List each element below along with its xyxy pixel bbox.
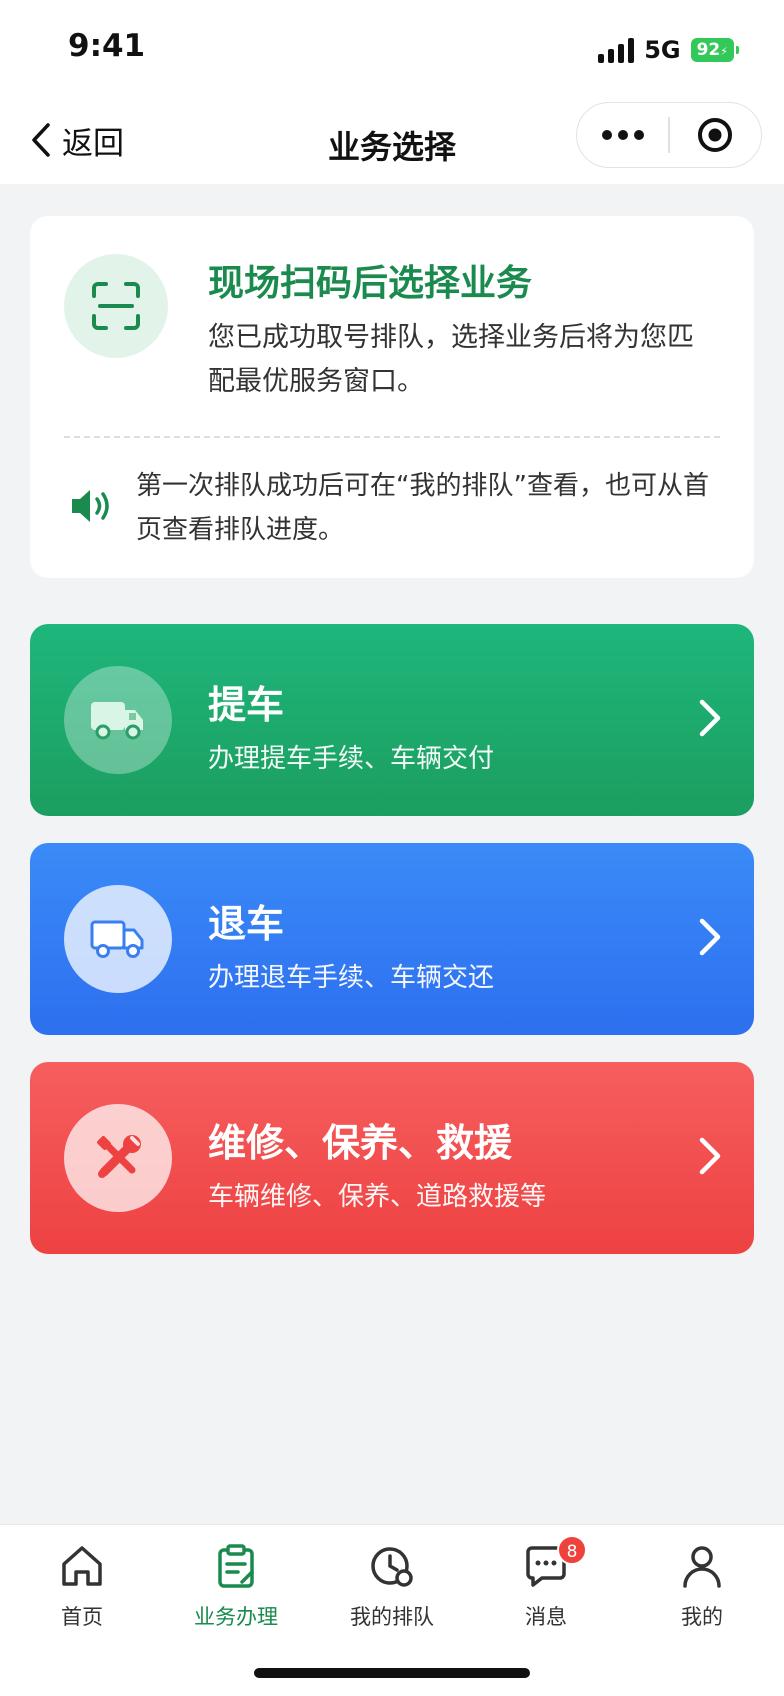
status-time: 9:41 [68,28,146,64]
status-bar: 9:41 5G 92⚡ [0,0,784,96]
service-subtitle: 办理提车手续、车辆交付 [208,744,495,774]
more-dots-icon [601,130,644,140]
user-icon [683,1546,721,1588]
tab-me[interactable]: 我的 [624,1541,780,1637]
tab-messages[interactable]: 8 消息 [468,1535,624,1637]
icon-circle [64,1104,172,1212]
clipboard-icon [218,1544,254,1588]
truck-icon [91,702,143,740]
home-indicator [254,1668,530,1678]
service-title: 退车 [208,902,285,946]
service-title: 维修、保养、救援 [208,1121,513,1165]
service-subtitle: 办理退车手续、车辆交还 [208,963,495,993]
service-card-pickup[interactable]: 提车 办理提车手续、车辆交付 [30,624,754,816]
scan-icon [92,282,140,330]
info-description: 您已成功取号排队，选择业务后将为您匹配最优服务窗口。 [208,322,694,397]
service-card-repair[interactable]: 维修、保养、救援 车辆维修、保养、道路救援等 [30,1062,754,1254]
battery-icon: 92⚡ [690,38,740,62]
divider [64,436,720,438]
miniprogram-capsule [576,102,762,168]
more-button[interactable] [577,103,668,167]
chevron-right-icon [699,918,721,956]
status-indicators: 5G 92⚡ [598,36,740,64]
tab-business[interactable]: 业务办理 [158,1541,314,1637]
tab-label: 首页 [61,1605,103,1629]
scan-icon-circle [64,254,168,358]
info-card: 现场扫码后选择业务 您已成功取号排队，选择业务后将为您匹配最优服务窗口。 第一次… [30,216,754,578]
tab-label: 消息 [525,1605,567,1629]
truck-icon [90,920,144,958]
nav-bar: 返回 业务选择 [0,96,784,184]
speaker-icon [72,490,109,522]
service-card-return[interactable]: 退车 办理退车手续、车辆交还 [30,843,754,1035]
network-type: 5G [644,36,681,64]
target-icon [698,118,733,152]
service-title: 提车 [208,683,285,727]
close-miniprogram-button[interactable] [670,103,761,167]
tab-my-queue[interactable]: 我的排队 [314,1541,470,1637]
chevron-right-icon [699,699,721,737]
clock-icon [371,1547,413,1587]
tab-label: 我的排队 [350,1605,434,1629]
tab-label: 业务办理 [194,1605,278,1629]
info-title: 现场扫码后选择业务 [208,263,533,304]
tools-icon [97,1135,141,1178]
chevron-right-icon [699,1137,721,1175]
service-subtitle: 车辆维修、保养、道路救援等 [208,1182,547,1212]
home-icon [62,1546,102,1586]
tab-home[interactable]: 首页 [4,1541,160,1637]
battery-level: 92 [696,40,721,60]
unread-badge: 8 [557,1535,587,1565]
signal-icon [598,37,635,63]
icon-circle [64,666,172,774]
icon-circle [64,885,172,993]
tab-label: 我的 [681,1605,723,1629]
notice-text: 第一次排队成功后可在“我的排队”查看，也可从首页查看排队进度。 [136,471,709,545]
